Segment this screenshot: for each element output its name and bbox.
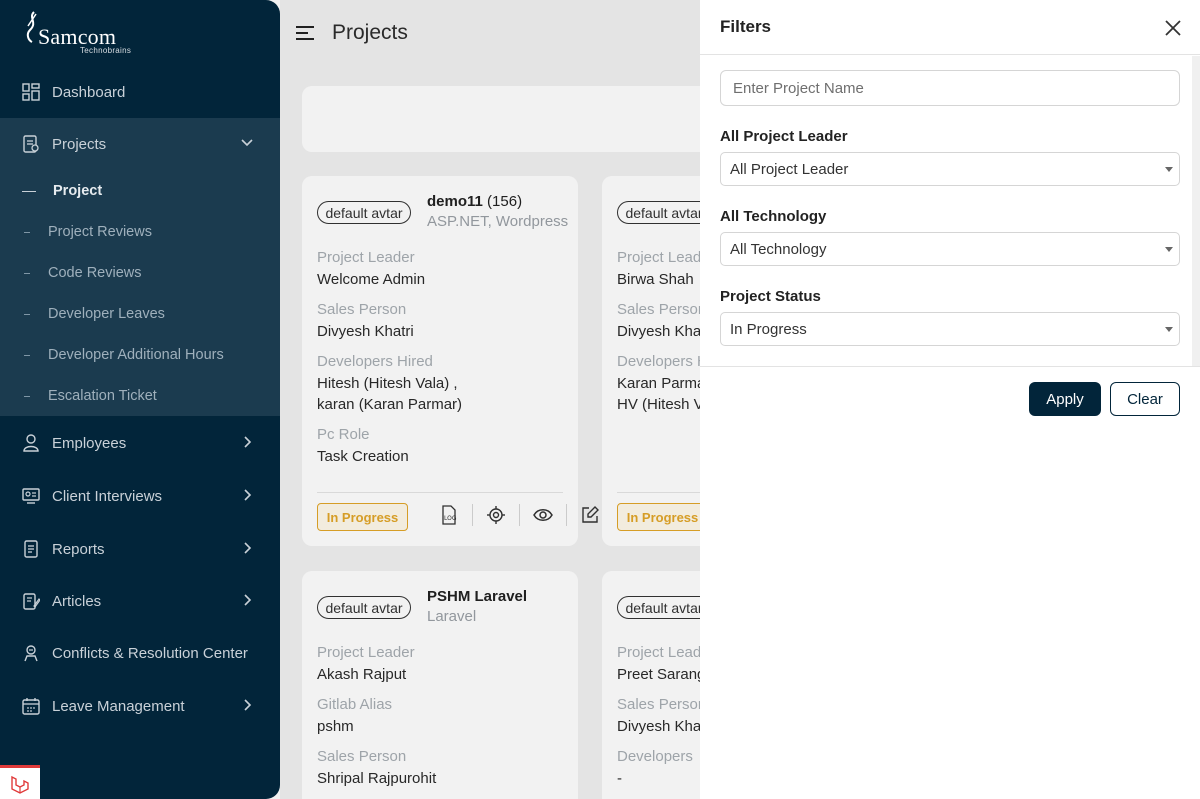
sidebar-item-client-interviews[interactable]: Client Interviews [0, 470, 280, 522]
sidebar-item-reports[interactable]: Reports [0, 523, 280, 575]
sidebar-item-label: Articles [52, 592, 102, 610]
calendar-icon [22, 697, 40, 715]
caret-down-icon [1165, 167, 1173, 172]
sidebar-subitem-developer-leaves[interactable]: Developer Leaves [0, 296, 280, 332]
interview-icon [22, 487, 40, 505]
caret-down-icon [1165, 327, 1173, 332]
chevron-right-icon [244, 699, 252, 711]
project-leader-select[interactable]: All Project Leader [720, 152, 1180, 186]
sidebar-subitem-code-reviews[interactable]: Code Reviews [0, 255, 280, 291]
sidebar-item-projects[interactable]: Projects [0, 118, 280, 170]
sidebar-item-label: Client Interviews [52, 487, 163, 505]
dashboard-icon [22, 83, 40, 101]
chevron-down-icon [241, 139, 253, 147]
filters-title: Filters [720, 17, 772, 36]
report-icon [22, 540, 40, 558]
chevron-right-icon [244, 542, 252, 554]
sidebar-item-label: Leave Management [52, 697, 185, 715]
caret-down-icon [1165, 247, 1173, 252]
sidebar-item-label: Employees [52, 434, 127, 452]
sidebar-item-conflicts[interactable]: Conflicts & Resolution Center [0, 627, 280, 679]
sidebar-item-articles[interactable]: Articles [0, 575, 280, 627]
company-logo[interactable]: Samcom Technobrains [22, 10, 142, 58]
chevron-right-icon [244, 489, 252, 501]
technology-select[interactable]: All Technology [720, 232, 1180, 266]
sidebar-item-leave-management[interactable]: Leave Management [0, 680, 280, 732]
projects-icon [22, 135, 40, 153]
apply-button[interactable]: Apply [1029, 382, 1101, 416]
project-name-input[interactable] [720, 70, 1180, 106]
filters-header: Filters [700, 0, 1200, 55]
sidebar-item-label: Conflicts & Resolution Center [52, 644, 248, 662]
backdrop-overlay[interactable] [280, 0, 700, 799]
sidebar-subitem-project-reviews[interactable]: Project Reviews [0, 214, 280, 250]
user-icon [22, 434, 40, 452]
close-icon [1165, 20, 1181, 36]
sidebar-subitem-project[interactable]: Project [0, 173, 280, 209]
laravel-icon [11, 775, 29, 794]
chevron-right-icon [244, 436, 252, 448]
sidebar-item-label: Dashboard [52, 83, 126, 101]
sidebar-item-label: Projects [52, 135, 107, 153]
sidebar-item-employees[interactable]: Employees [0, 417, 280, 469]
clear-button[interactable]: Clear [1110, 382, 1180, 416]
scrollbar[interactable] [1192, 56, 1200, 366]
sidebar-item-label: Reports [52, 540, 105, 558]
sidebar-item-dashboard[interactable]: Dashboard [0, 66, 280, 118]
laravel-debug-badge[interactable] [0, 765, 40, 799]
logo-tagline: Technobrains [80, 46, 132, 55]
close-button[interactable] [1162, 17, 1184, 39]
technology-label: All Technology [720, 208, 827, 225]
project-status-label: Project Status [720, 288, 821, 305]
project-leader-label: All Project Leader [720, 128, 848, 145]
filters-panel: Filters All Project Leader All Project L… [700, 0, 1200, 799]
sidebar-subitem-developer-additional-hours[interactable]: Developer Additional Hours [0, 337, 280, 373]
sidebar: Samcom Technobrains Dashboard Projects P… [0, 0, 280, 799]
article-edit-icon [22, 592, 40, 610]
conflict-user-icon [22, 644, 40, 662]
sidebar-subitem-escalation-ticket[interactable]: Escalation Ticket [0, 378, 280, 414]
chevron-right-icon [244, 594, 252, 606]
project-status-select[interactable]: In Progress [720, 312, 1180, 346]
